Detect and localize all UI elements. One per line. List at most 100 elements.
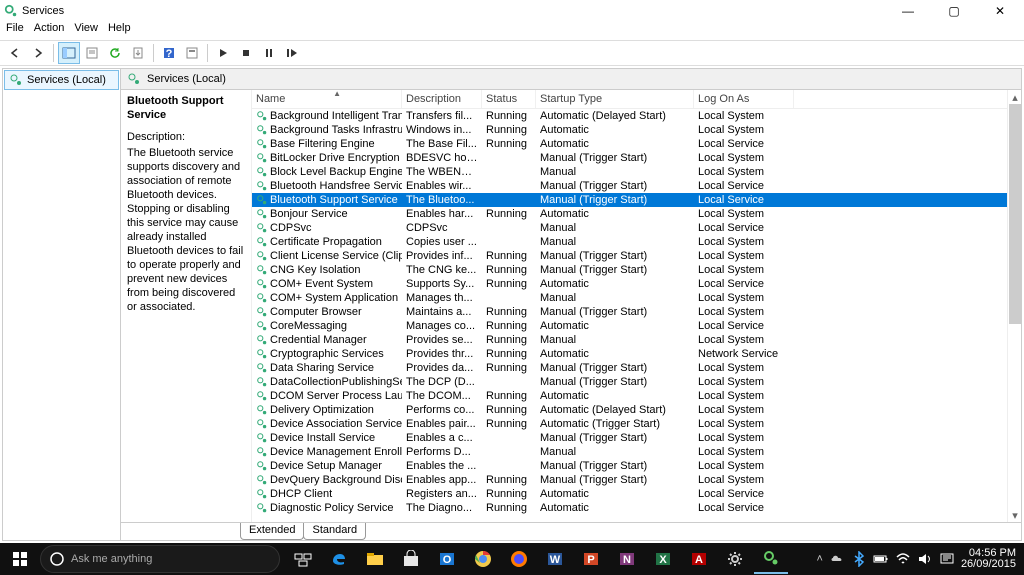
task-excel[interactable]: X <box>646 544 680 574</box>
back-button[interactable] <box>4 42 26 64</box>
service-row[interactable]: Device Install ServiceEnables a c...Manu… <box>252 431 1007 445</box>
service-row[interactable]: Device Association ServiceEnables pair..… <box>252 417 1007 431</box>
menu-action[interactable]: Action <box>34 22 65 40</box>
service-row[interactable]: Background Intelligent Tran...Transfers … <box>252 109 1007 123</box>
wifi-icon[interactable] <box>895 551 911 567</box>
battery-icon[interactable] <box>873 551 889 567</box>
service-row[interactable]: DHCP ClientRegisters an...RunningAutomat… <box>252 487 1007 501</box>
volume-icon[interactable] <box>917 551 933 567</box>
list-rows[interactable]: Background Intelligent Tran...Transfers … <box>252 109 1007 522</box>
menu-view[interactable]: View <box>74 22 98 40</box>
service-row[interactable]: Bluetooth Support ServiceThe Bluetoo...M… <box>252 193 1007 207</box>
system-tray: ˄ 04:56 PM 26/09/2015 <box>817 548 1024 570</box>
description-label: Description: <box>127 130 245 144</box>
properties-button[interactable] <box>81 42 103 64</box>
col-status[interactable]: Status <box>482 90 536 108</box>
col-startup[interactable]: Startup Type <box>536 90 694 108</box>
service-row[interactable]: CNG Key IsolationThe CNG ke...RunningMan… <box>252 263 1007 277</box>
service-row[interactable]: Cryptographic ServicesProvides thr...Run… <box>252 347 1007 361</box>
properties-icon[interactable] <box>181 42 203 64</box>
cortana-search[interactable]: Ask me anything <box>40 545 280 573</box>
onedrive-icon[interactable] <box>829 551 845 567</box>
services-icon <box>9 73 23 87</box>
task-chrome[interactable] <box>466 544 500 574</box>
service-row[interactable]: Certificate PropagationCopies user ...Ma… <box>252 235 1007 249</box>
service-row[interactable]: CoreMessagingManages co...RunningAutomat… <box>252 319 1007 333</box>
menu-bar: File Action View Help <box>0 22 1024 40</box>
service-row[interactable]: CDPSvcCDPSvcManualLocal Service <box>252 221 1007 235</box>
restart-service-button[interactable] <box>281 42 303 64</box>
task-explorer[interactable] <box>358 544 392 574</box>
service-row[interactable]: Device Setup ManagerEnables the ...Manua… <box>252 459 1007 473</box>
task-outlook[interactable]: O <box>430 544 464 574</box>
task-edge[interactable] <box>322 544 356 574</box>
col-logon[interactable]: Log On As <box>694 90 794 108</box>
service-row[interactable]: DevQuery Background Disc...Enables app..… <box>252 473 1007 487</box>
export-button[interactable] <box>127 42 149 64</box>
service-row[interactable]: Client License Service (ClipS...Provides… <box>252 249 1007 263</box>
console-tree[interactable]: Services (Local) <box>3 69 121 540</box>
show-hide-tree-button[interactable] <box>58 42 80 64</box>
scroll-thumb[interactable] <box>1009 104 1021 324</box>
task-view-button[interactable] <box>286 544 320 574</box>
selected-service-name: Bluetooth Support Service <box>127 94 245 122</box>
taskbar-clock[interactable]: 04:56 PM 26/09/2015 <box>961 548 1016 570</box>
main-content: Services (Local) Services (Local) Blueto… <box>2 68 1022 541</box>
svg-text:O: O <box>443 554 452 566</box>
scroll-up-icon[interactable]: ▴ <box>1008 90 1021 104</box>
menu-file[interactable]: File <box>6 22 24 40</box>
tab-standard[interactable]: Standard <box>303 523 366 540</box>
vertical-scrollbar[interactable]: ▴ ▾ <box>1007 90 1021 522</box>
pane-header-title: Services (Local) <box>147 73 226 85</box>
taskbar: Ask me anything O W P N X A ˄ 04:56 PM 2… <box>0 543 1024 575</box>
tray-chevron-icon[interactable]: ˄ <box>817 553 823 565</box>
scroll-down-icon[interactable]: ▾ <box>1008 508 1021 522</box>
svg-text:W: W <box>550 554 561 566</box>
task-store[interactable] <box>394 544 428 574</box>
service-row[interactable]: COM+ Event SystemSupports Sy...RunningAu… <box>252 277 1007 291</box>
list-header[interactable]: Name▲ Description Status Startup Type Lo… <box>252 90 1007 109</box>
service-row[interactable]: Base Filtering EngineThe Base Fil...Runn… <box>252 137 1007 151</box>
svg-text:P: P <box>587 554 594 566</box>
service-row[interactable]: Device Management Enroll...Performs D...… <box>252 445 1007 459</box>
service-row[interactable]: Diagnostic Policy ServiceThe Diagno...Ru… <box>252 501 1007 515</box>
col-description[interactable]: Description <box>402 90 482 108</box>
task-word[interactable]: W <box>538 544 572 574</box>
task-settings[interactable] <box>718 544 752 574</box>
minimize-button[interactable]: — <box>888 4 928 18</box>
service-row[interactable]: DataCollectionPublishingSe...The DCP (D.… <box>252 375 1007 389</box>
service-row[interactable]: Credential ManagerProvides se...RunningM… <box>252 333 1007 347</box>
service-row[interactable]: Block Level Backup Engine ...The WBENG..… <box>252 165 1007 179</box>
service-row[interactable]: Computer BrowserMaintains a...RunningMan… <box>252 305 1007 319</box>
close-button[interactable]: ✕ <box>980 4 1020 18</box>
service-row[interactable]: Bluetooth Handsfree ServiceEnables wir..… <box>252 179 1007 193</box>
help-button[interactable]: ? <box>158 42 180 64</box>
task-acrobat[interactable]: A <box>682 544 716 574</box>
tab-extended[interactable]: Extended <box>240 523 304 540</box>
notifications-icon[interactable] <box>939 551 955 567</box>
windows-icon <box>12 551 28 567</box>
service-row[interactable]: DCOM Server Process Laun...The DCOM...Ru… <box>252 389 1007 403</box>
start-service-button[interactable] <box>212 42 234 64</box>
col-name[interactable]: Name▲ <box>252 90 402 108</box>
service-row[interactable]: Bonjour ServiceEnables har...RunningAuto… <box>252 207 1007 221</box>
service-row[interactable]: Delivery OptimizationPerforms co...Runni… <box>252 403 1007 417</box>
start-button[interactable] <box>0 543 40 575</box>
refresh-button[interactable] <box>104 42 126 64</box>
task-powerpoint[interactable]: P <box>574 544 608 574</box>
maximize-button[interactable]: ▢ <box>934 4 974 18</box>
service-row[interactable]: Background Tasks Infrastru...Windows in.… <box>252 123 1007 137</box>
menu-help[interactable]: Help <box>108 22 131 40</box>
extended-detail-panel: Bluetooth Support Service Description: T… <box>121 90 251 522</box>
forward-button[interactable] <box>27 42 49 64</box>
task-services[interactable] <box>754 544 788 574</box>
task-onenote[interactable]: N <box>610 544 644 574</box>
tree-root-services-local[interactable]: Services (Local) <box>4 70 119 90</box>
stop-service-button[interactable] <box>235 42 257 64</box>
pause-service-button[interactable] <box>258 42 280 64</box>
service-row[interactable]: BitLocker Drive Encryption ...BDESVC hos… <box>252 151 1007 165</box>
service-row[interactable]: Data Sharing ServiceProvides da...Runnin… <box>252 361 1007 375</box>
service-row[interactable]: COM+ System ApplicationManages th...Manu… <box>252 291 1007 305</box>
bluetooth-icon[interactable] <box>851 551 867 567</box>
task-firefox[interactable] <box>502 544 536 574</box>
